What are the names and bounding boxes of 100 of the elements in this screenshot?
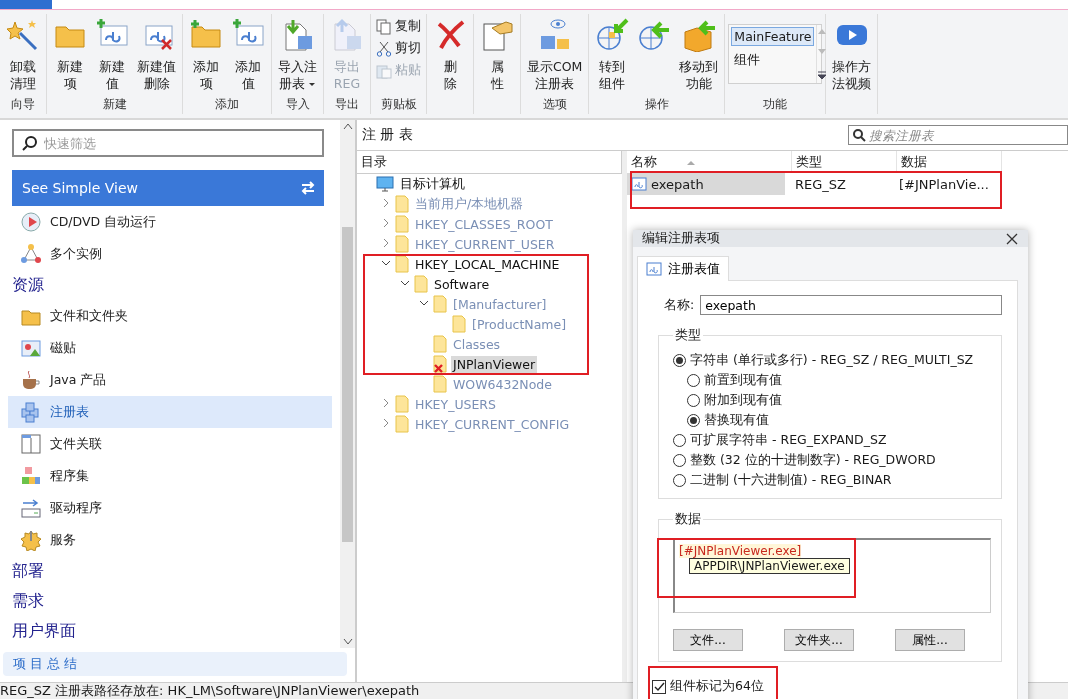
sidebar-item[interactable]: 程序集 [8, 460, 332, 492]
section-heading[interactable]: 用户界面 [12, 620, 76, 642]
data-field[interactable]: [#JNPlanViewer.exe] APPDIR\JNPlanViewer.exe [673, 538, 991, 613]
section-heading[interactable]: 资源 [12, 274, 44, 296]
group-label: 新建 [102, 97, 127, 111]
ribbon-button[interactable]: 导入注 册表 [275, 14, 320, 92]
ribbon-button[interactable]: 操作方 法视频 [829, 14, 875, 92]
summary-button[interactable]: 项 目 总 结 [3, 652, 347, 676]
radio-button[interactable] [687, 373, 700, 387]
radio-button[interactable] [687, 393, 700, 407]
box-arrow-icon [681, 18, 716, 52]
radio-button[interactable] [673, 353, 686, 367]
magic-wand-icon [6, 18, 40, 52]
table-cell[interactable]: [#JNPlanVie... [895, 173, 993, 195]
group-label: 向导 [11, 97, 35, 111]
column-header[interactable]: 类型 [792, 151, 897, 173]
option-label: 字符串 (单行或多行) - REG_SZ / REG_MULTI_SZ [690, 351, 974, 369]
globe-arrow-icon [595, 18, 630, 52]
section-heading[interactable]: 部署 [12, 560, 44, 582]
ribbon-button[interactable]: 添加 值 [228, 14, 268, 92]
dialog-title: 编辑注册表项 [642, 230, 720, 247]
group-label: 功能 [763, 97, 788, 111]
group-label: 选项 [542, 97, 567, 111]
scissors-icon [376, 40, 392, 57]
column-header: 目录 [361, 153, 387, 171]
sidebar-item[interactable]: 文件关联 [8, 428, 332, 460]
tooltip: APPDIR\JNPlanViewer.exe [689, 558, 850, 574]
collapse-chevron-icon[interactable] [380, 258, 391, 268]
group-title: 数据 [674, 511, 702, 528]
ribbon-button[interactable]: 添加 项 [186, 14, 226, 92]
table-cell[interactable]: REG_SZ [791, 173, 889, 195]
ribbon-button[interactable]: 显示COM 注册表 [524, 14, 586, 92]
ribbon-button[interactable]: 新建 值 [92, 14, 132, 92]
group-label: 添加 [215, 97, 239, 111]
feature-item[interactable]: MainFeature [731, 27, 815, 46]
filter-field[interactable]: 快速筛选 [12, 129, 324, 157]
ribbon-button[interactable]: 属 性 [477, 14, 517, 92]
copy-icon [376, 18, 392, 35]
close-button[interactable] [1006, 232, 1018, 245]
ribbon-button[interactable]: 移动到 功能 [676, 14, 722, 92]
feature-item[interactable]: 组件 [731, 50, 815, 71]
clipboard-button[interactable]: 剪切 [374, 39, 423, 58]
field-label: 名称: [664, 296, 695, 314]
ribbon-button[interactable]: 转到 组件 [592, 14, 633, 92]
browse-button[interactable]: 文件... [673, 629, 743, 651]
sidebar-item[interactable]: 文件和文件夹 [8, 300, 332, 332]
usb-icon [20, 497, 42, 519]
search-icon [22, 135, 38, 151]
paste-icon [376, 62, 392, 79]
gear-icon [20, 529, 42, 551]
expand-list-icon[interactable] [817, 70, 828, 80]
ribbon-button[interactable]: 新建值 删除 [134, 14, 179, 92]
collapse-chevron-icon[interactable] [418, 298, 429, 308]
picture-frame-icon [20, 337, 42, 359]
tree-item[interactable]: JNPlanViewer [451, 355, 538, 373]
cup-icon [20, 369, 42, 391]
registry-search-field[interactable]: 搜索注册表 [848, 125, 1068, 145]
ribbon-button[interactable]: 新建 项 [50, 14, 90, 92]
section-heading[interactable]: 需求 [12, 590, 44, 612]
scrollbar[interactable] [340, 120, 355, 648]
browse-button[interactable]: 文件夹... [784, 629, 854, 651]
sidebar-item[interactable]: 服务 [8, 524, 332, 556]
clipboard-button[interactable]: 复制 [374, 17, 423, 36]
group-title: 类型 [674, 327, 702, 344]
collapse-chevron-icon[interactable] [399, 278, 410, 288]
group-label: 导入 [285, 97, 310, 111]
ribbon-button[interactable]: 卸载 清理 [3, 14, 43, 92]
scroll-up-icon[interactable] [342, 122, 353, 130]
sidebar-item[interactable]: 磁贴 [8, 332, 332, 364]
scroll-down-icon[interactable] [342, 638, 353, 646]
option-label: 可扩展字符串 - REG_EXPAND_SZ [690, 431, 887, 449]
sidebar-item[interactable]: CD/DVD 自动运行 [8, 206, 332, 238]
option-label: 替换现有值 [704, 411, 769, 429]
group-label: 导出 [335, 97, 359, 111]
radio-button[interactable] [687, 413, 700, 427]
column-header[interactable]: 数据 [897, 151, 1002, 173]
name-field[interactable]: exepath [700, 295, 1002, 315]
group-label: 剪贴板 [380, 97, 417, 111]
sidebar-item[interactable]: Java 产品 [8, 364, 332, 396]
ribbon-button[interactable]: 删 除 [430, 14, 470, 92]
tree-item[interactable]: HKEY_LOCAL_MACHINE [413, 255, 562, 273]
table-cell[interactable]: exepath [627, 173, 785, 195]
simple-view-button[interactable]: See Simple View [12, 170, 324, 206]
browse-button[interactable]: 属性... [895, 629, 965, 651]
blocks-icon [20, 465, 42, 487]
value-tab[interactable]: 注册表值 [637, 256, 729, 281]
tree-item[interactable]: Software [432, 275, 492, 293]
data-value: [#JNPlanViewer.exe] [679, 544, 802, 558]
radio-button[interactable] [673, 433, 686, 447]
sidebar-item[interactable]: 注册表 [8, 396, 332, 428]
window-icon [20, 433, 42, 455]
radio-button[interactable] [673, 453, 686, 467]
option-label: 二进制 (十六进制值) - REG_BINAR [690, 471, 892, 489]
sidebar-item[interactable]: 多个实例 [8, 238, 332, 270]
sidebar-item[interactable]: 驱动程序 [8, 492, 332, 524]
disc-icon [20, 211, 42, 233]
tree-item[interactable]: 目标计算机 [398, 174, 467, 194]
checkbox[interactable] [652, 679, 666, 694]
panel-title: 注 册 表 [362, 126, 413, 144]
radio-button[interactable] [673, 473, 686, 487]
